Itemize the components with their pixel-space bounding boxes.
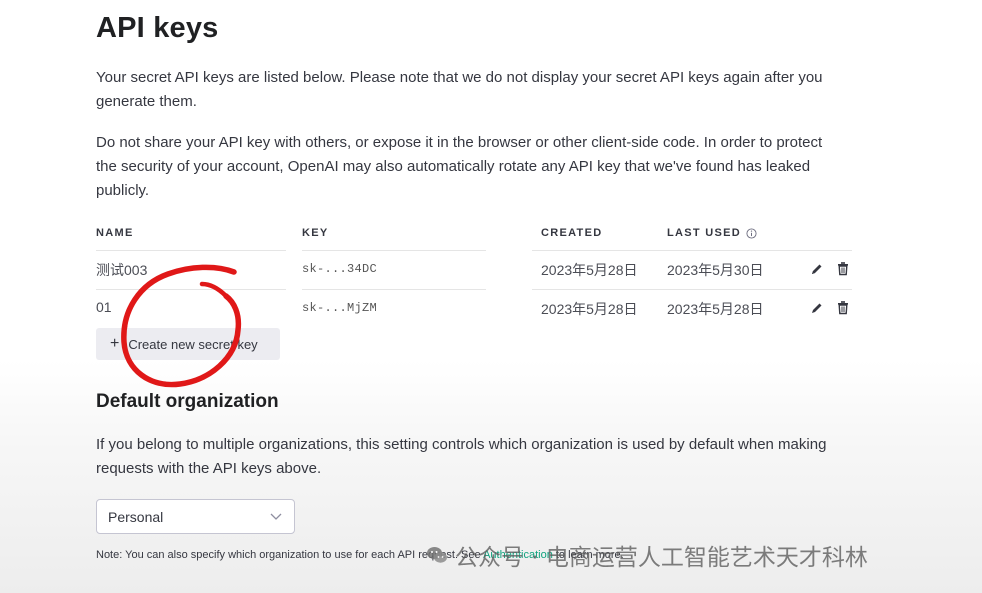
intro-paragraph-1: Your secret API keys are listed below. P… [96, 69, 823, 110]
intro-paragraph-2: Do not share your API key with others, o… [96, 134, 823, 199]
organization-select[interactable]: Personal [96, 499, 295, 534]
key-value: sk-...MjZM [302, 301, 378, 315]
info-icon[interactable] [746, 227, 757, 239]
page-title: API keys [96, 12, 219, 44]
trash-icon[interactable] [836, 300, 850, 315]
key-last-used-date: 2023年5月28日 [667, 301, 764, 317]
pencil-icon[interactable] [810, 301, 824, 315]
default-organization-description: If you belong to multiple organizations,… [96, 436, 827, 477]
column-header-name: NAME [96, 227, 134, 239]
column-header-last-used-label: LAST USED [667, 227, 742, 239]
watermark: 公众号 · 电商运营人工智能艺术天才科林 [425, 538, 868, 572]
chevron-down-icon [270, 513, 282, 520]
key-last-used-date: 2023年5月30日 [667, 262, 764, 278]
table-row: 测试003 sk-...34DC 2023年5月28日 2023年5月30日 [96, 256, 856, 286]
table-divider [302, 250, 486, 251]
create-button-label: Create new secret key [128, 336, 258, 352]
watermark-text: 公众号 · 电商运营人工智能艺术天才科林 [455, 545, 868, 571]
column-header-created: CREATED [541, 227, 603, 239]
table-divider [96, 250, 286, 251]
table-divider [532, 250, 852, 251]
key-name: 01 [96, 299, 112, 315]
default-organization-heading: Default organization [96, 391, 279, 412]
plus-icon: + [110, 335, 120, 352]
table-row: 01 sk-...MjZM 2023年5月28日 2023年5月28日 [96, 295, 856, 325]
wechat-icon [427, 547, 447, 563]
organization-select-value: Personal [108, 508, 164, 525]
trash-icon[interactable] [836, 261, 850, 276]
table-divider [532, 289, 852, 290]
table-divider [302, 289, 486, 290]
column-header-key: KEY [302, 227, 329, 239]
table-divider [96, 289, 286, 290]
key-created-date: 2023年5月28日 [541, 262, 638, 278]
column-header-last-used: LAST USED [667, 227, 757, 239]
pencil-icon[interactable] [810, 262, 824, 276]
key-created-date: 2023年5月28日 [541, 301, 638, 317]
key-value: sk-...34DC [302, 262, 378, 276]
create-new-secret-key-button[interactable]: + Create new secret key [96, 328, 280, 360]
key-name: 测试003 [96, 262, 148, 278]
